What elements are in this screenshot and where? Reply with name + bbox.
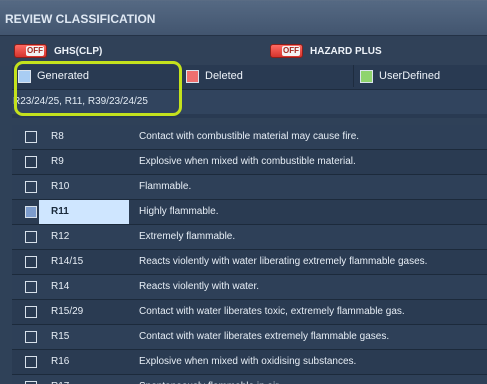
- risk-phrase-code: R14/15: [51, 256, 84, 267]
- panel-title: REVIEW CLASSIFICATION: [5, 12, 156, 26]
- risk-phrase-row[interactable]: R8 Contact with combustible material may …: [12, 125, 487, 150]
- risk-phrase-list: R8 Contact with combustible material may …: [12, 125, 487, 384]
- risk-phrase-description: Contact with water liberates toxic, extr…: [139, 306, 405, 317]
- risk-phrase-description: Reacts violently with water liberating e…: [139, 256, 428, 267]
- risk-phrase-row[interactable]: R12 Extremely flammable.: [12, 225, 487, 250]
- legend-userdefined-label: UserDefined: [379, 70, 441, 82]
- row-checkbox[interactable]: [25, 306, 37, 318]
- legend-deleted-label: Deleted: [205, 70, 243, 82]
- generated-highlight-outline: [14, 61, 182, 116]
- hazard-plus-label: HAZARD PLUS: [310, 45, 382, 57]
- panel-titlebar: REVIEW CLASSIFICATION: [0, 1, 487, 36]
- row-checkbox[interactable]: [25, 206, 37, 218]
- row-checkbox[interactable]: [25, 356, 37, 368]
- risk-phrase-code: R14: [51, 281, 70, 292]
- row-checkbox[interactable]: [25, 256, 37, 268]
- row-checkbox[interactable]: [25, 131, 37, 143]
- risk-phrase-description: Explosive when mixed with combustible ma…: [139, 156, 356, 167]
- risk-phrase-description: Explosive when mixed with oxidising subs…: [139, 356, 357, 367]
- ghs-clp-switch-state: OFF: [26, 46, 44, 56]
- ghs-clp-switch[interactable]: OFF: [14, 44, 47, 58]
- row-checkbox[interactable]: [25, 181, 37, 193]
- ghs-clp-toggle[interactable]: OFF GHS(CLP): [14, 44, 102, 58]
- risk-phrase-row[interactable]: R14 Reacts violently with water.: [12, 275, 487, 300]
- risk-phrase-row[interactable]: R14/15 Reacts violently with water libera…: [12, 250, 487, 275]
- risk-phrase-code: R9: [51, 156, 64, 167]
- risk-phrase-description: Extremely flammable.: [139, 231, 236, 242]
- userdefined-color-swatch: [360, 69, 373, 83]
- hazard-plus-switch-state: OFF: [282, 46, 300, 56]
- risk-phrase-row[interactable]: R11 Highly flammable.: [12, 200, 487, 225]
- row-checkbox[interactable]: [25, 156, 37, 168]
- review-classification-panel: REVIEW CLASSIFICATION OFF GHS(CLP) OFF H…: [0, 0, 487, 384]
- risk-phrase-row[interactable]: R15/29 Contact with water liberates toxic…: [12, 300, 487, 325]
- risk-phrase-description: Contact with water liberates extremely f…: [139, 331, 390, 342]
- risk-phrase-description: Reacts violently with water.: [139, 281, 260, 292]
- hazard-plus-switch[interactable]: OFF: [270, 44, 303, 58]
- risk-phrase-description: Contact with combustible material may ca…: [139, 131, 360, 142]
- risk-phrase-row[interactable]: R16 Explosive when mixed with oxidising s…: [12, 350, 487, 375]
- risk-phrase-code: R12: [51, 231, 70, 242]
- risk-phrase-description: Highly flammable.: [139, 206, 219, 217]
- risk-phrase-row[interactable]: R15 Contact with water liberates extremel…: [12, 325, 487, 350]
- risk-phrase-description: Flammable.: [139, 181, 192, 192]
- risk-phrase-row[interactable]: R10 Flammable.: [12, 175, 487, 200]
- risk-phrase-code: R16: [51, 356, 70, 367]
- risk-phrase-code: R11: [39, 200, 129, 224]
- ghs-clp-label: GHS(CLP): [54, 45, 103, 57]
- deleted-color-swatch: [186, 69, 199, 83]
- risk-phrase-code: R10: [51, 181, 70, 192]
- risk-phrase-code: R15: [51, 331, 70, 342]
- legend-deleted[interactable]: Deleted: [180, 65, 354, 87]
- row-checkbox[interactable]: [25, 231, 37, 243]
- risk-phrase-code: R15/29: [51, 306, 84, 317]
- risk-phrase-code: R8: [51, 131, 64, 142]
- legend-userdefined[interactable]: UserDefined: [354, 65, 487, 87]
- hazard-plus-toggle[interactable]: OFF HAZARD PLUS: [270, 44, 382, 58]
- row-checkbox[interactable]: [25, 281, 37, 293]
- row-checkbox[interactable]: [25, 331, 37, 343]
- risk-phrase-row[interactable]: R9 Explosive when mixed with combustible …: [12, 150, 487, 175]
